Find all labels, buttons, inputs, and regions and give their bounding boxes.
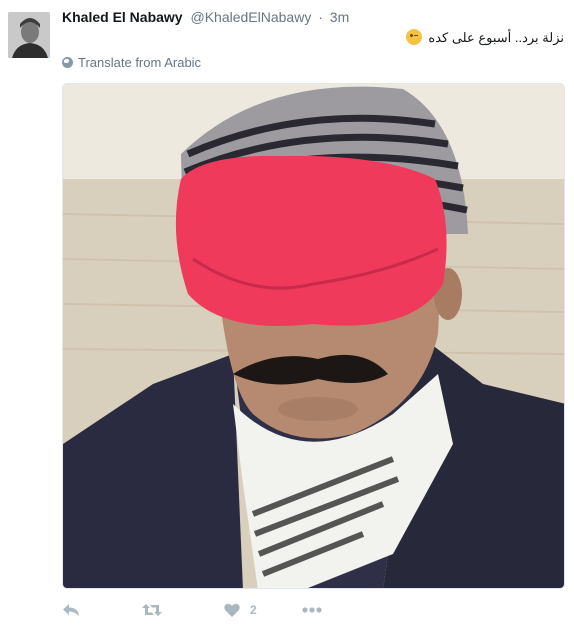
retweet-icon [142,604,162,616]
tweet-header: Khaled El Nabawy @KhaledElNabawy · 3m [62,9,349,25]
tweet-photo[interactable] [62,83,565,589]
tweet-text-content: نزلة برد.. أسبوع على كده [428,30,564,45]
like-button[interactable]: 2 [224,603,257,617]
photo-image [63,84,564,588]
reply-button[interactable] [62,603,80,617]
more-dots-icon [302,607,322,613]
like-count: 2 [250,603,257,617]
more-button[interactable] [302,607,322,613]
tweet-timestamp[interactable]: 3m [330,9,349,25]
tweet: Khaled El Nabawy @KhaledElNabawy · 3m نز… [0,0,574,628]
author-name[interactable]: Khaled El Nabawy [62,9,183,25]
header-separator: · [318,9,323,25]
tweet-text: نزلة برد.. أسبوع على كده [405,29,564,46]
reply-icon [63,604,79,616]
retweet-button[interactable] [142,603,162,617]
winking-face-icon [405,29,422,45]
author-handle[interactable]: @KhaledElNabawy [190,9,311,25]
avatar[interactable] [8,12,50,58]
globe-icon [62,57,73,68]
translate-link[interactable]: Translate from Arabic [62,55,201,70]
avatar-image [8,12,50,58]
heart-icon [224,603,240,617]
translate-label: Translate from Arabic [78,55,202,70]
tweet-actions: 2 [62,600,382,620]
